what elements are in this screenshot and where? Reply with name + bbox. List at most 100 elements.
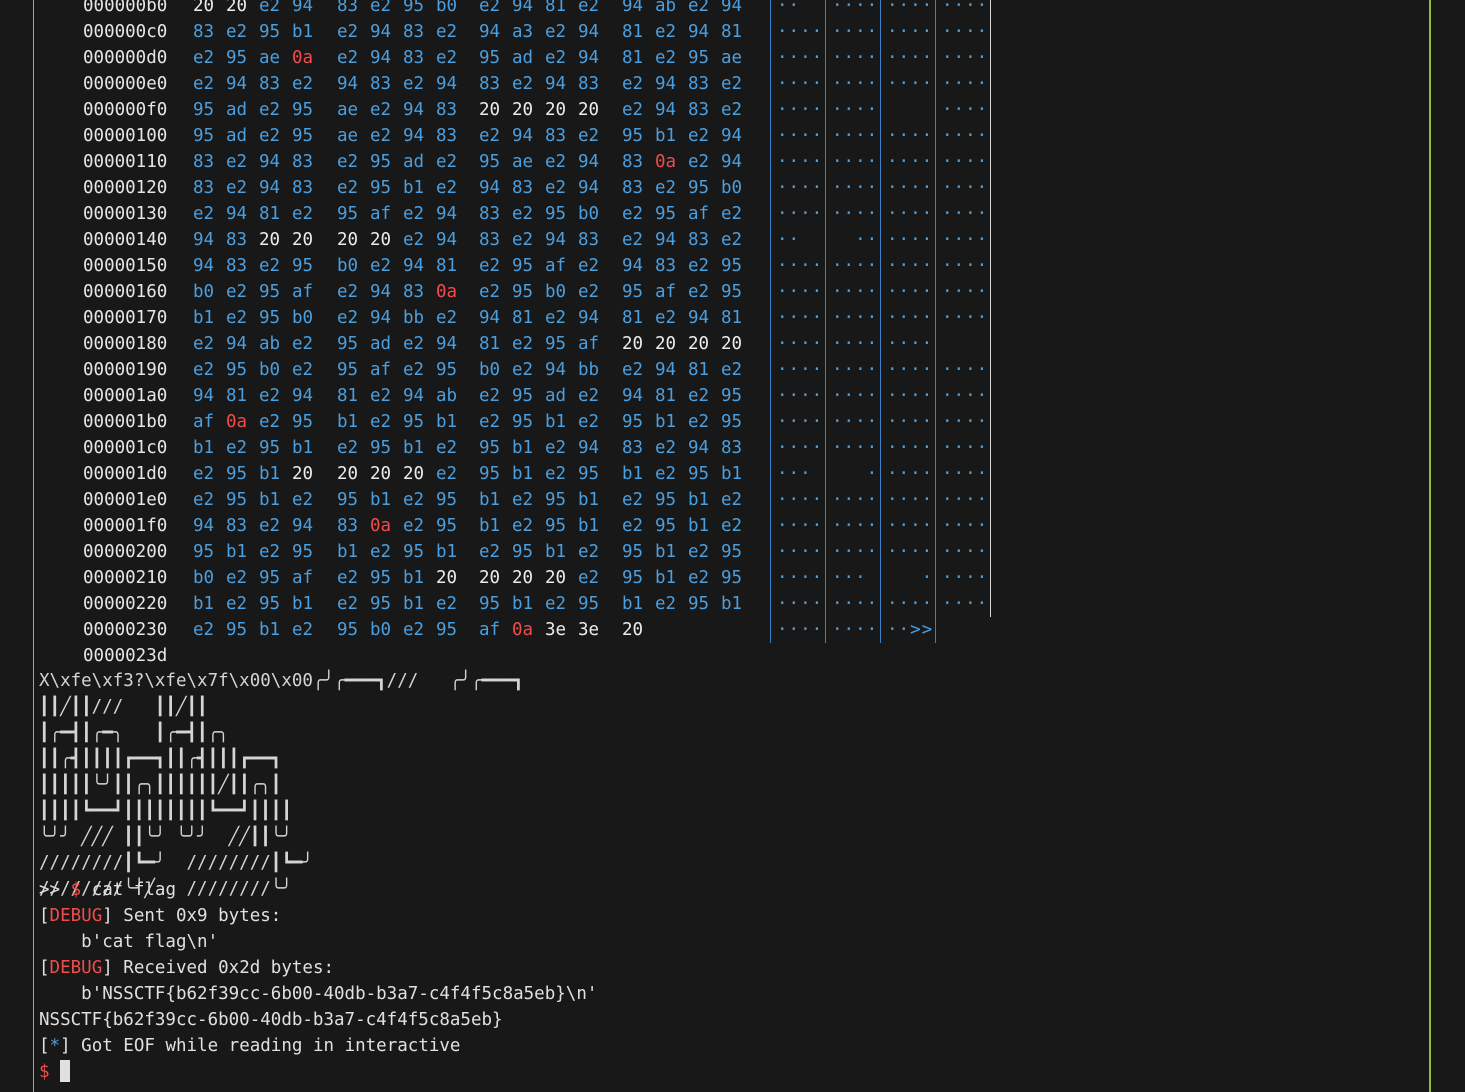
hex-byte: 83 bbox=[688, 100, 710, 120]
hex-byte: 95 bbox=[259, 438, 281, 458]
hex-byte: 94 bbox=[578, 178, 600, 198]
debug-received-text: ] Received 0x2d bytes: bbox=[102, 958, 335, 978]
hex-byte: 3e bbox=[578, 620, 600, 640]
hex-byte: 20 bbox=[403, 464, 425, 484]
hex-byte: b1 bbox=[403, 594, 425, 614]
hex-byte: 81 bbox=[721, 22, 743, 42]
ascii-group: ·· bbox=[777, 230, 824, 250]
hex-byte: b1 bbox=[226, 542, 248, 562]
ascii-separator bbox=[935, 0, 936, 643]
hex-byte: 94 bbox=[655, 230, 677, 250]
hex-byte: 95 bbox=[337, 360, 359, 380]
hex-byte: ab bbox=[436, 386, 458, 406]
hex-byte: e2 bbox=[545, 308, 567, 328]
ascii-group: ···· bbox=[777, 100, 824, 120]
ascii-group: ···· bbox=[777, 568, 824, 588]
hex-byte: e2 bbox=[403, 230, 425, 250]
hex-byte: 95 bbox=[370, 152, 392, 172]
hex-byte: 95 bbox=[688, 594, 710, 614]
final-prompt-line[interactable]: $ bbox=[39, 1059, 70, 1085]
hex-byte: a3 bbox=[512, 22, 534, 42]
hex-byte: e2 bbox=[337, 282, 359, 302]
hex-byte: 95 bbox=[259, 22, 281, 42]
hex-offset: 000000c0 bbox=[83, 22, 168, 42]
hex-byte: 94 bbox=[403, 386, 425, 406]
ascii-group: ···· bbox=[887, 0, 934, 16]
hex-byte: 20 bbox=[436, 568, 458, 588]
hex-byte: e2 bbox=[578, 282, 600, 302]
hex-byte: e2 bbox=[512, 334, 534, 354]
hex-byte: 0a bbox=[226, 412, 248, 432]
hex-byte: b1 bbox=[512, 438, 534, 458]
hex-byte: 83 bbox=[226, 256, 248, 276]
hex-offset: 000000b0 bbox=[83, 0, 168, 16]
ascii-group: ···· bbox=[887, 256, 934, 276]
hex-byte: e2 bbox=[688, 282, 710, 302]
hex-byte: 95 bbox=[545, 490, 567, 510]
hex-byte: 94 bbox=[292, 516, 314, 536]
hex-byte: e2 bbox=[578, 568, 600, 588]
debug-tag: DEBUG bbox=[49, 958, 103, 978]
hex-byte: 20 bbox=[370, 464, 392, 484]
hex-byte: 95 bbox=[655, 204, 677, 224]
hex-byte: 83 bbox=[403, 282, 425, 302]
hex-byte: e2 bbox=[193, 360, 215, 380]
debug-received-line: [DEBUG] Received 0x2d bytes: bbox=[39, 958, 335, 978]
ascii-group: ···· bbox=[942, 100, 989, 120]
hex-byte: e2 bbox=[337, 438, 359, 458]
ascii-group: ···· bbox=[887, 386, 934, 406]
hex-offset: 000000d0 bbox=[83, 48, 168, 68]
hex-byte: 94 bbox=[292, 0, 314, 16]
hex-byte: b1 bbox=[436, 542, 458, 562]
hex-byte: b1 bbox=[436, 412, 458, 432]
hex-byte: 20 bbox=[226, 0, 248, 16]
ascii-group: ···· bbox=[942, 308, 989, 328]
hex-byte: 95 bbox=[479, 48, 501, 68]
hex-byte: 94 bbox=[655, 74, 677, 94]
hex-byte: 83 bbox=[193, 178, 215, 198]
hex-byte: e2 bbox=[545, 178, 567, 198]
hex-offset: 00000160 bbox=[83, 282, 168, 302]
hex-byte: 94 bbox=[403, 126, 425, 146]
hex-byte: 20 bbox=[259, 230, 281, 250]
hex-offset: 000000e0 bbox=[83, 74, 168, 94]
hex-byte: 94 bbox=[479, 22, 501, 42]
hex-byte: 94 bbox=[403, 256, 425, 276]
hex-byte: e2 bbox=[337, 152, 359, 172]
hex-byte: 95 bbox=[292, 256, 314, 276]
ascii-group: ···· bbox=[887, 178, 934, 198]
hex-byte: af bbox=[370, 360, 392, 380]
hex-byte: 95 bbox=[479, 152, 501, 172]
ascii-group: ···· bbox=[832, 308, 879, 328]
text-cursor[interactable] bbox=[59, 1060, 70, 1082]
hex-byte: 95 bbox=[721, 412, 743, 432]
hex-byte: 81 bbox=[688, 360, 710, 380]
hex-byte: 94 bbox=[578, 308, 600, 328]
hex-byte: af bbox=[292, 282, 314, 302]
hex-byte: e2 bbox=[688, 386, 710, 406]
ascii-group: ···· bbox=[942, 542, 989, 562]
hex-byte: 94 bbox=[512, 0, 534, 16]
sent-payload: b'cat flag\n' bbox=[39, 932, 219, 952]
hex-byte: b0 bbox=[578, 204, 600, 224]
hex-byte: e2 bbox=[578, 386, 600, 406]
hex-byte: 95 bbox=[688, 48, 710, 68]
ascii-group: ···· bbox=[832, 542, 879, 562]
hex-byte: b1 bbox=[403, 438, 425, 458]
hex-byte: 95 bbox=[512, 256, 534, 276]
hex-byte: 94 bbox=[545, 230, 567, 250]
hex-byte: 95 bbox=[436, 620, 458, 640]
ascii-group: ···· bbox=[942, 48, 989, 68]
hex-byte: e2 bbox=[259, 516, 281, 536]
ascii-separator bbox=[880, 0, 881, 643]
ascii-group: ···· bbox=[887, 22, 934, 42]
hex-byte: 94 bbox=[193, 230, 215, 250]
hex-byte: af bbox=[292, 568, 314, 588]
hex-byte: e2 bbox=[292, 620, 314, 640]
hex-byte: e2 bbox=[292, 490, 314, 510]
hex-byte: 95 bbox=[226, 48, 248, 68]
hex-byte: 95 bbox=[226, 360, 248, 380]
ascii-group: ···· bbox=[832, 620, 879, 640]
hex-byte: 94 bbox=[370, 308, 392, 328]
hex-byte: e2 bbox=[436, 48, 458, 68]
